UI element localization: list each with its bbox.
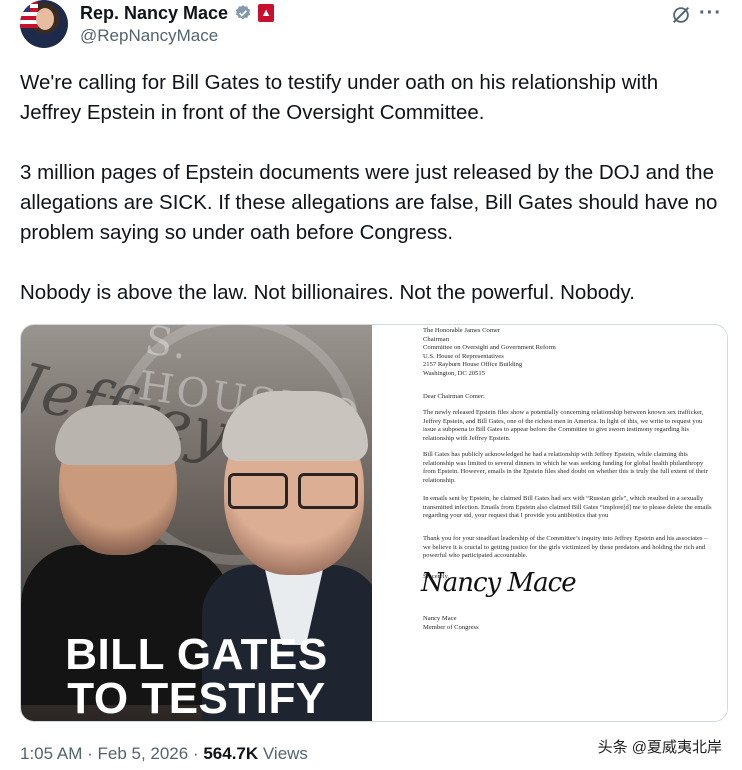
more-options-icon[interactable]: ··· <box>699 2 722 25</box>
letter-paragraph: The newly released Epstein files show a … <box>423 409 704 442</box>
tweet-header: Rep. Nancy Mace ▲ @RepNancyMace ··· <box>0 0 742 60</box>
display-name[interactable]: Rep. Nancy Mace <box>80 3 228 24</box>
government-affiliation-icon[interactable]: ▲ <box>258 4 275 22</box>
signer-title: Member of Congress <box>423 623 479 631</box>
address-line: Washington, DC 20515 <box>423 369 485 377</box>
address-line: Committee on Oversight and Government Re… <box>423 344 556 352</box>
tweet-date[interactable]: Feb 5, 2026 <box>97 744 188 763</box>
letter-paragraph: In emails sent by Epstein, he claimed Bi… <box>423 495 712 520</box>
address-line: Chairman <box>423 335 450 343</box>
separator: · <box>82 744 98 763</box>
address-line: U.S. House of Representatives <box>423 352 504 360</box>
letter-address: The Honorable James Comer Chairman Commi… <box>423 327 713 379</box>
tweet-paragraph: We're calling for Bill Gates to testify … <box>20 71 659 124</box>
author-handle[interactable]: @RepNancyMace <box>80 26 218 46</box>
views-label: Views <box>258 744 308 763</box>
flag-image <box>20 0 38 28</box>
letter-signer: Nancy Mace Member of Congress <box>423 615 479 632</box>
author-name-row: Rep. Nancy Mace ▲ <box>80 2 275 24</box>
headline-line: BILL GATES <box>65 630 328 679</box>
address-line: 2157 Rayburn House Office Building <box>423 361 523 369</box>
promo-image[interactable]: S. HOUSE O Jeffrey BILL GATES TO TESTIFY <box>21 325 372 721</box>
address-line: The Honorable James Comer <box>423 327 501 334</box>
avatar[interactable] <box>20 0 68 48</box>
avatar-face <box>36 8 54 30</box>
watermark: 头条 @夏威夷北岸 <box>597 739 722 756</box>
signer-name: Nancy Mace <box>423 615 457 622</box>
tweet-paragraph: 3 million pages of Epstein documents wer… <box>20 161 718 244</box>
letter-greeting: Dear Chairman Comer: <box>423 393 485 400</box>
tweet-paragraph: Nobody is above the law. Not billionaire… <box>20 281 635 304</box>
separator: · <box>188 744 204 763</box>
image-headline: BILL GATES TO TESTIFY <box>21 633 372 721</box>
tweet-time[interactable]: 1:05 AM <box>20 744 82 763</box>
media-attachment[interactable]: S. HOUSE O Jeffrey BILL GATES TO TESTIFY… <box>20 324 728 722</box>
headline-line: TO TESTIFY <box>67 674 326 721</box>
tweet-text: We're calling for Bill Gates to testify … <box>20 68 725 308</box>
signature: Nancy Mace <box>421 568 577 598</box>
letter-image[interactable]: The Honorable James Comer Chairman Commi… <box>373 325 727 721</box>
grok-icon[interactable] <box>670 4 692 26</box>
letter-paragraph: Thank you for your steadfast leadership … <box>423 535 708 560</box>
views-count: 564.7K <box>203 744 259 763</box>
verified-badge-icon[interactable] <box>234 4 252 22</box>
tweet-meta: 1:05 AM · Feb 5, 2026 · 564.7K Views <box>20 744 308 764</box>
letter-paragraph: Bill Gates has publicly acknowledged he … <box>423 451 708 484</box>
